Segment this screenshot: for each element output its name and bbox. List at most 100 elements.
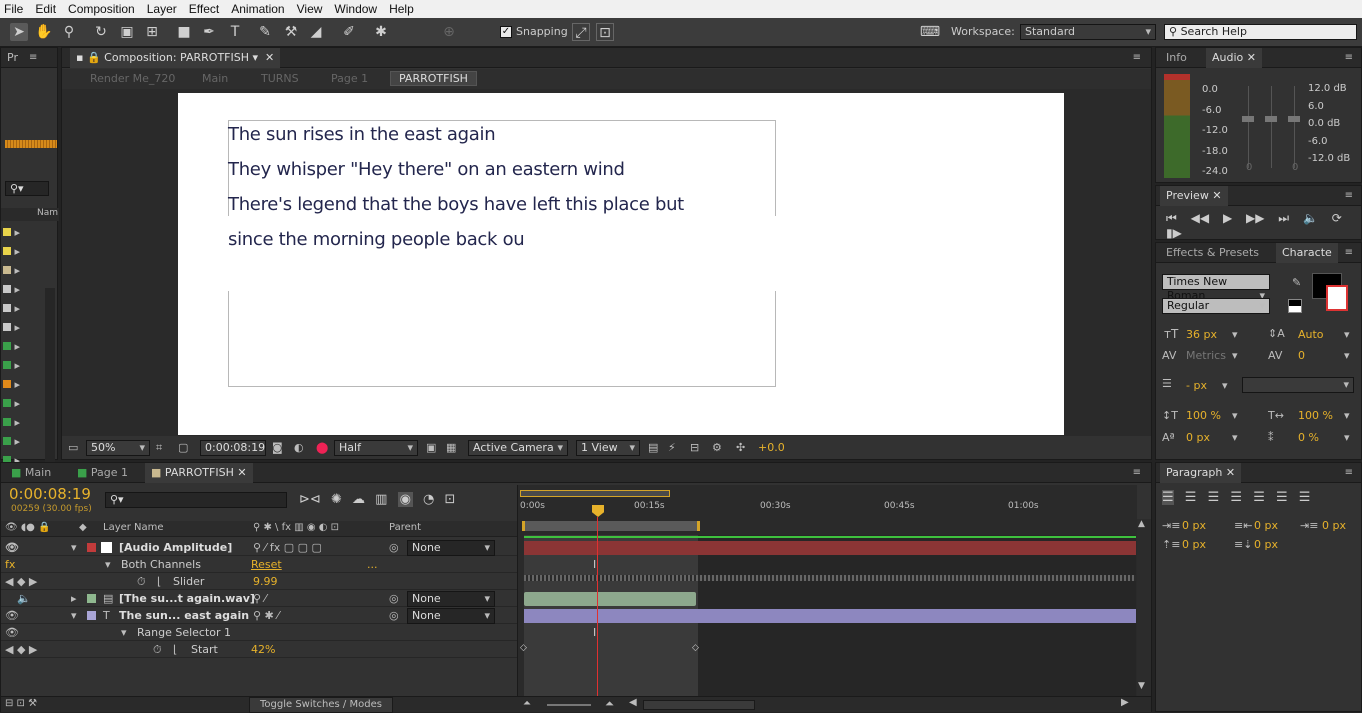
zoom-in-icon[interactable]: ⏶	[605, 697, 614, 711]
audio-slider-left[interactable]	[1242, 116, 1254, 122]
stopwatch-icon[interactable]: ⏱	[137, 573, 146, 590]
camera-tool-icon[interactable]: ▣	[118, 23, 136, 41]
transparency-grid-icon[interactable]: ▦	[446, 441, 456, 454]
layer-name[interactable]: [The su...t again.wav]	[119, 590, 255, 607]
align-right-icon[interactable]: ☰	[1208, 490, 1220, 505]
camera-dropdown[interactable]: Active Camera	[468, 440, 568, 456]
timeline-icon[interactable]: ⊟	[690, 441, 699, 454]
axis-mode-icon[interactable]: ⊕	[440, 23, 458, 41]
stopwatch-icon[interactable]: ⏱	[153, 641, 162, 658]
eraser-tool-icon[interactable]: ◢	[307, 23, 325, 41]
panel-menu-icon[interactable]: ≡	[1345, 48, 1353, 68]
property-row-range-selector[interactable]: 👁 ▾ Range Selector 1	[1, 624, 517, 641]
ram-preview-icon[interactable]: ▮▶	[1166, 226, 1182, 240]
play-icon[interactable]: ▶	[1223, 211, 1232, 225]
leading-value[interactable]: Auto	[1298, 328, 1324, 341]
snap-features-icon[interactable]: ⊡	[596, 23, 614, 41]
work-area-bar[interactable]	[522, 521, 700, 531]
composition-tab[interactable]: ▪ 🔒 Composition: PARROTFISH ▾ ✕	[70, 48, 281, 68]
tab-preview[interactable]: Preview ✕	[1160, 186, 1228, 206]
graph-editor-icon[interactable]: ◔	[423, 492, 434, 507]
menu-composition[interactable]: Composition	[64, 2, 139, 16]
panel-menu-icon[interactable]: ≡	[29, 48, 37, 68]
clone-stamp-tool-icon[interactable]: ⚒	[282, 23, 300, 41]
hand-tool-icon[interactable]: ✋	[35, 23, 53, 41]
draft-3d-icon[interactable]: ✺	[331, 492, 342, 507]
tab-main[interactable]: ■ Main	[5, 463, 57, 483]
project-tab[interactable]: Pr	[1, 51, 18, 64]
layer-label-color[interactable]	[87, 594, 96, 603]
mask-visibility-icon[interactable]: ▢	[178, 441, 188, 454]
panel-menu-icon[interactable]: ≡	[1345, 463, 1353, 483]
space-after-value[interactable]: 0 px	[1254, 538, 1278, 551]
region-of-interest-icon[interactable]: ▣	[426, 441, 436, 454]
breadcrumb-current[interactable]: PARROTFISH	[390, 71, 477, 86]
font-size-value[interactable]: 36 px	[1186, 328, 1217, 341]
layer-label-color[interactable]	[87, 543, 96, 552]
pixel-aspect-icon[interactable]: ▤	[648, 441, 658, 454]
selection-tool-icon[interactable]: ➤	[10, 23, 28, 41]
exposure-icon[interactable]: ✣	[736, 441, 745, 454]
menu-effect[interactable]: Effect	[185, 2, 223, 16]
rectangle-tool-icon[interactable]: ■	[175, 23, 193, 41]
baseline-shift-value[interactable]: 0 px	[1186, 431, 1210, 444]
parent-dropdown[interactable]: None	[407, 591, 495, 607]
black-white-swatch[interactable]	[1288, 299, 1302, 313]
layer-name[interactable]: [Audio Amplitude]	[119, 539, 232, 556]
channel-icon[interactable]: ⬤	[316, 441, 328, 454]
align-center-icon[interactable]: ☰	[1185, 490, 1197, 505]
breadcrumb-item[interactable]: Page 1	[331, 72, 368, 85]
space-before-value[interactable]: 0 px	[1182, 538, 1206, 551]
time-graph[interactable]: 0:00s 00:15s 00:30s 00:45s 01:00s ◇ ◇ I …	[517, 485, 1137, 696]
effect-row-both-channels[interactable]: fx ▾ Both Channels Reset ...	[1, 556, 517, 573]
timecode-field[interactable]: 0:00:08:19	[200, 440, 266, 456]
brush-tool-icon[interactable]: ✎	[256, 23, 274, 41]
vertical-scale-value[interactable]: 100 %	[1186, 409, 1221, 422]
panel-menu-icon[interactable]: ≡	[1345, 243, 1353, 263]
panel-menu-icon[interactable]: ≡	[1345, 186, 1353, 206]
brainstorm-icon[interactable]: ⊡	[445, 492, 456, 507]
project-scrollbar[interactable]	[45, 288, 55, 480]
slider-value[interactable]: 9.99	[253, 573, 278, 590]
indent-first-value[interactable]: 0 px	[1322, 519, 1346, 532]
motion-blur-icon[interactable]: ◉	[397, 492, 413, 507]
type-tool-icon[interactable]: T	[226, 23, 244, 41]
always-preview-icon[interactable]: ▭	[68, 441, 78, 454]
flowchart-icon[interactable]: ⚙	[712, 441, 722, 454]
snap-edges-icon[interactable]: ⤢	[572, 23, 590, 41]
stroke-color-swatch[interactable]	[1326, 285, 1348, 311]
workspace-dropdown[interactable]: Standard	[1020, 24, 1156, 40]
scroll-right-icon[interactable]: ▶	[1121, 697, 1129, 708]
justify-left-icon[interactable]: ☰	[1230, 490, 1242, 505]
justify-all-icon[interactable]: ☰	[1299, 490, 1311, 505]
horizontal-scale-value[interactable]: 100 %	[1298, 409, 1333, 422]
pen-tool-icon[interactable]: ✒	[200, 23, 218, 41]
snapping-checkbox[interactable]: ✓	[500, 26, 512, 38]
tab-parrotfish[interactable]: ■ PARROTFISH ✕	[145, 463, 253, 483]
current-time-display[interactable]: 0:00:08:19	[9, 485, 91, 503]
layer-row-audio-amplitude[interactable]: 👁 ▾ [Audio Amplitude] ⚲ ⁄ fx ▢ ▢ ▢ ◎ None	[1, 539, 517, 556]
comp-mini-flowchart-icon[interactable]: ⊳⊲	[299, 492, 321, 507]
first-frame-icon[interactable]: ⏮	[1166, 211, 1177, 225]
parent-column[interactable]: Parent	[389, 522, 421, 533]
scroll-left-icon[interactable]: ◀	[629, 697, 637, 708]
search-help-input[interactable]: ⚲ Search Help	[1164, 24, 1357, 40]
resolution-dropdown[interactable]: Half	[334, 440, 418, 456]
justify-right-icon[interactable]: ☰	[1276, 490, 1288, 505]
mute-icon[interactable]: 🔈	[1303, 211, 1318, 225]
layer-row-text[interactable]: 👁 ▾ T The sun... east again ⚲ ✱ ⁄ ◎ None	[1, 607, 517, 624]
effect-options-link[interactable]: ...	[367, 556, 378, 573]
parent-dropdown[interactable]: None	[407, 608, 495, 624]
menu-file[interactable]: File	[0, 2, 27, 16]
timeline-zoom-slider[interactable]	[547, 704, 591, 706]
tab-page1[interactable]: ■ Page 1	[71, 463, 134, 483]
speaker-icon[interactable]: 🔈	[17, 590, 31, 607]
align-left-icon[interactable]: ☰	[1162, 490, 1174, 505]
panel-menu-icon[interactable]: ≡	[1133, 48, 1141, 68]
project-search-icon[interactable]: ⚲▾	[5, 181, 49, 196]
breadcrumb-item[interactable]: Main	[202, 72, 228, 85]
menu-window[interactable]: Window	[330, 2, 381, 16]
layer-name-column[interactable]: Layer Name	[103, 522, 164, 533]
zoom-out-icon[interactable]: ⏶	[523, 698, 531, 709]
show-snapshot-icon[interactable]: ◐	[294, 441, 304, 454]
